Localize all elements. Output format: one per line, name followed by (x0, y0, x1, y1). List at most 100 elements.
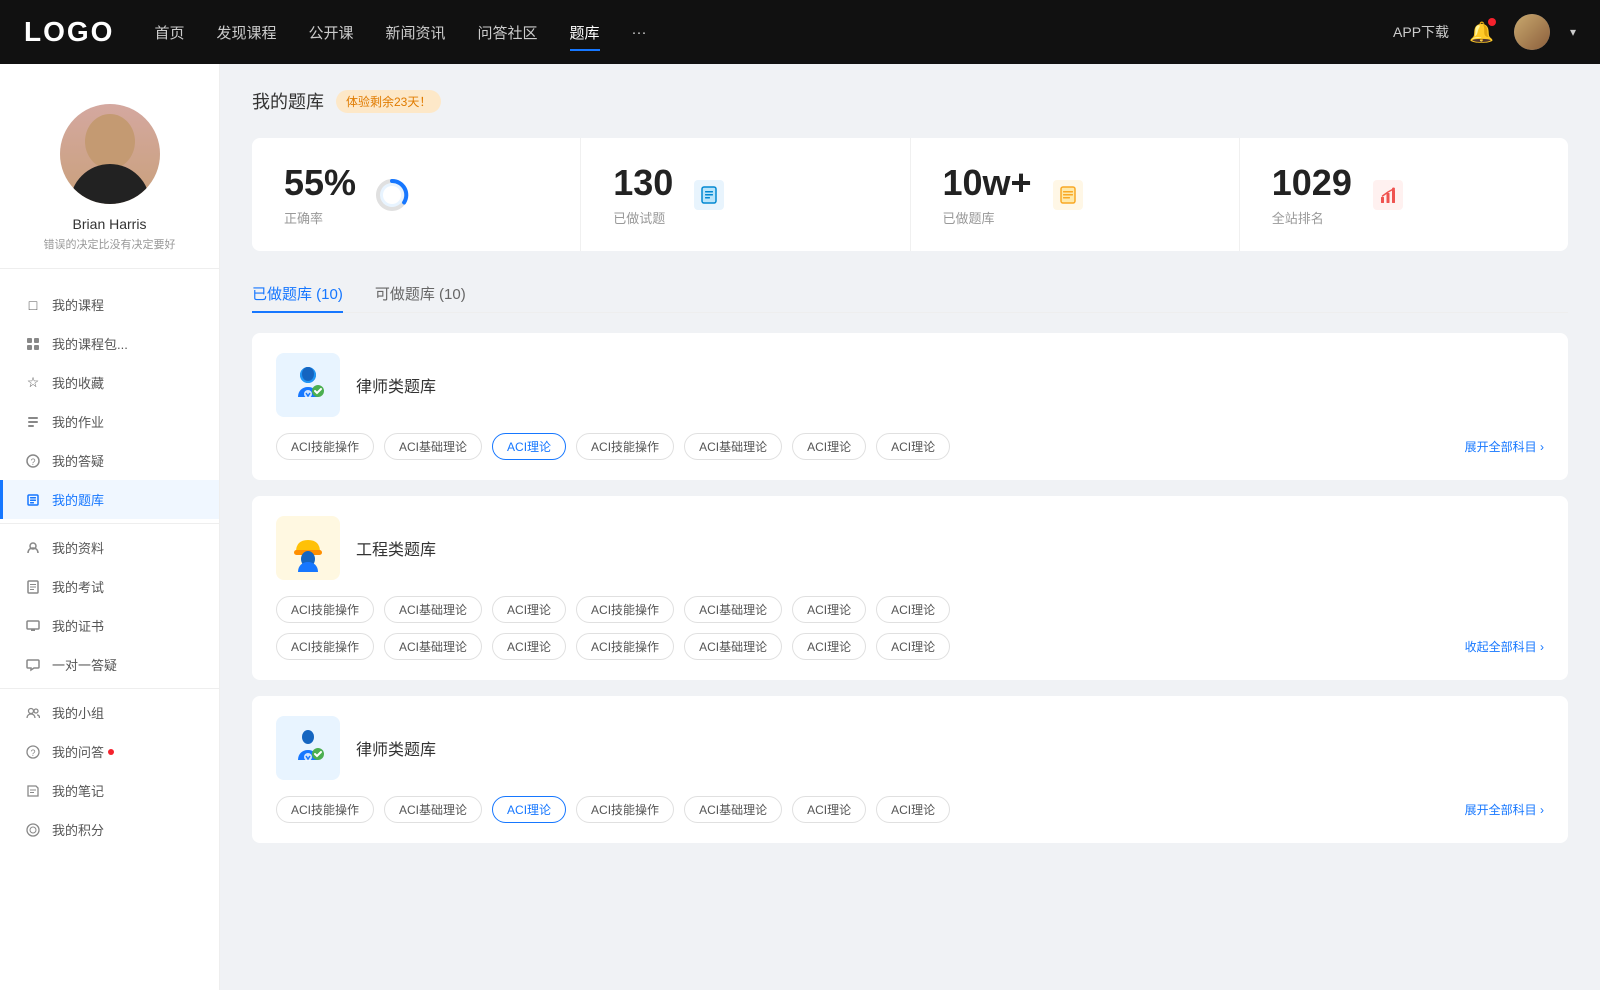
nav-item-more[interactable]: ··· (632, 20, 647, 45)
stat-rank: 1029 全站排名 (1240, 138, 1568, 251)
tab-done-banks[interactable]: 已做题库 (10) (252, 275, 343, 312)
qbank-tags-lawyer-1: ACI技能操作 ACI基础理论 ACI理论 ACI技能操作 ACI基础理论 AC… (276, 433, 950, 460)
sidebar-item-favorites[interactable]: ☆ 我的收藏 (0, 363, 219, 402)
sidebar-item-homework[interactable]: 我的作业 (0, 402, 219, 441)
navbar: LOGO 首页 发现课程 公开课 新闻资讯 问答社区 题库 ··· APP下载 … (0, 0, 1600, 64)
stat-rank-value: 1029 (1272, 162, 1352, 204)
course-package-icon (24, 335, 42, 353)
sidebar-item-certificate[interactable]: 我的证书 (0, 606, 219, 645)
tag-lawyer1-1[interactable]: ACI技能操作 (276, 433, 374, 460)
tag-eng-r2-1[interactable]: ACI技能操作 (276, 633, 374, 660)
svg-text:?: ? (30, 748, 35, 758)
tag-lawyer2-1[interactable]: ACI技能操作 (276, 796, 374, 823)
avatar-image (1514, 14, 1550, 50)
tab-available-banks[interactable]: 可做题库 (10) (375, 275, 466, 312)
page-layout: Brian Harris 错误的决定比没有决定要好 □ 我的课程 我的课程包..… (0, 64, 1600, 990)
tag-eng-r1-1[interactable]: ACI技能操作 (276, 596, 374, 623)
nav-item-qa[interactable]: 问答社区 (478, 18, 538, 47)
qbank-name-lawyer-2: 律师类题库 (356, 736, 436, 760)
qbank-header-lawyer-2: 律师类题库 (276, 716, 1544, 780)
tag-lawyer2-7[interactable]: ACI理论 (876, 796, 950, 823)
expand-lawyer-2[interactable]: 展开全部科目 › (1465, 801, 1544, 818)
tag-eng-r2-6[interactable]: ACI理论 (792, 633, 866, 660)
stat-rank-icon (1368, 175, 1408, 215)
trial-badge: 体验剩余23天！ (336, 90, 441, 113)
collapse-engineer[interactable]: 收起全部科目 › (1465, 638, 1544, 655)
app-download-button[interactable]: APP下载 (1393, 22, 1449, 42)
sidebar-item-group[interactable]: 我的小组 (0, 693, 219, 732)
stat-rank-label: 全站排名 (1272, 208, 1352, 227)
tag-lawyer2-4[interactable]: ACI技能操作 (576, 796, 674, 823)
tag-lawyer2-6[interactable]: ACI理论 (792, 796, 866, 823)
sidebar-item-profile[interactable]: 我的资料 (0, 528, 219, 567)
tag-eng-r2-2[interactable]: ACI基础理论 (384, 633, 482, 660)
sidebar-item-notes[interactable]: 我的笔记 (0, 771, 219, 810)
tag-eng-r1-3[interactable]: ACI理论 (492, 596, 566, 623)
nav-item-discover[interactable]: 发现课程 (216, 18, 276, 47)
sidebar-item-exam[interactable]: 我的考试 (0, 567, 219, 606)
tag-lawyer1-5[interactable]: ACI基础理论 (684, 433, 782, 460)
qbank-tags-engineer-row1: ACI技能操作 ACI基础理论 ACI理论 ACI技能操作 ACI基础理论 AC… (276, 596, 950, 623)
qbank-tags-engineer-row2: ACI技能操作 ACI基础理论 ACI理论 ACI技能操作 ACI基础理论 AC… (276, 633, 950, 660)
tag-lawyer1-7[interactable]: ACI理论 (876, 433, 950, 460)
avatar-dropdown-arrow[interactable]: ▾ (1570, 25, 1576, 39)
favorites-icon: ☆ (24, 374, 42, 392)
sidebar-item-course-package[interactable]: 我的课程包... (0, 324, 219, 363)
tag-eng-r2-4[interactable]: ACI技能操作 (576, 633, 674, 660)
avatar[interactable] (1514, 14, 1550, 50)
tag-eng-r1-4[interactable]: ACI技能操作 (576, 596, 674, 623)
qa-icon: ? (24, 452, 42, 470)
sidebar-menu: □ 我的课程 我的课程包... ☆ 我的收藏 我的作业 (0, 277, 219, 857)
tag-eng-r2-5[interactable]: ACI基础理论 (684, 633, 782, 660)
nav-item-qbank[interactable]: 题库 (570, 18, 600, 47)
tag-eng-r1-5[interactable]: ACI基础理论 (684, 596, 782, 623)
sidebar-item-course[interactable]: □ 我的课程 (0, 285, 219, 324)
sidebar-item-points[interactable]: 我的积分 (0, 810, 219, 849)
nav-item-home[interactable]: 首页 (154, 18, 184, 47)
tag-lawyer1-4[interactable]: ACI技能操作 (576, 433, 674, 460)
tag-lawyer1-3[interactable]: ACI理论 (492, 433, 566, 460)
certificate-icon (24, 617, 42, 635)
notification-bell[interactable]: 🔔 (1469, 20, 1494, 45)
profile-avatar (60, 104, 160, 204)
tag-eng-r2-7[interactable]: ACI理论 (876, 633, 950, 660)
sidebar-item-qa-mine[interactable]: ? 我的答疑 (0, 441, 219, 480)
stat-done-questions-label: 已做试题 (613, 208, 673, 227)
qbank-card-lawyer-2: 律师类题库 ACI技能操作 ACI基础理论 ACI理论 ACI技能操作 ACI基… (252, 696, 1568, 843)
nav-item-news[interactable]: 新闻资讯 (386, 18, 446, 47)
expand-lawyer-1[interactable]: 展开全部科目 › (1465, 438, 1544, 455)
list-icon-stat (1053, 180, 1083, 210)
qbank-lawyer-icon-2 (276, 716, 340, 780)
stat-done-questions-info: 130 已做试题 (613, 162, 673, 227)
tag-lawyer2-3[interactable]: ACI理论 (492, 796, 566, 823)
notes-icon (24, 782, 42, 800)
exam-icon (24, 578, 42, 596)
qbank-header-engineer: 工程类题库 (276, 516, 1544, 580)
stat-done-banks-info: 10w+ 已做题库 (943, 162, 1032, 227)
nav-item-opencourse[interactable]: 公开课 (308, 18, 353, 47)
user-motto: 错误的决定比没有决定要好 (44, 236, 176, 252)
sidebar-item-myqa[interactable]: ? 我的问答 (0, 732, 219, 771)
tag-lawyer2-5[interactable]: ACI基础理论 (684, 796, 782, 823)
tag-eng-r2-3[interactable]: ACI理论 (492, 633, 566, 660)
stat-accuracy-value: 55% (284, 162, 356, 204)
nav-menu: 首页 发现课程 公开课 新闻资讯 问答社区 题库 ··· (154, 18, 1393, 47)
divider-1 (0, 523, 219, 524)
tag-lawyer2-2[interactable]: ACI基础理论 (384, 796, 482, 823)
sidebar-item-1on1[interactable]: 一对一答疑 (0, 645, 219, 684)
tag-lawyer1-6[interactable]: ACI理论 (792, 433, 866, 460)
qbank-icon (24, 491, 42, 509)
tag-eng-r1-7[interactable]: ACI理论 (876, 596, 950, 623)
qbank-name-lawyer-1: 律师类题库 (356, 373, 436, 397)
page-header: 我的题库 体验剩余23天！ (252, 88, 1568, 114)
sidebar-item-qbank[interactable]: 我的题库 (0, 480, 219, 519)
main-content: 我的题库 体验剩余23天！ 55% 正确率 (220, 64, 1600, 990)
notification-dot (1488, 18, 1496, 26)
points-icon (24, 821, 42, 839)
stat-accuracy-icon (372, 175, 412, 215)
divider-2 (0, 688, 219, 689)
tag-eng-r1-6[interactable]: ACI理论 (792, 596, 866, 623)
tag-lawyer1-2[interactable]: ACI基础理论 (384, 433, 482, 460)
tag-eng-r1-2[interactable]: ACI基础理论 (384, 596, 482, 623)
logo: LOGO (24, 16, 114, 48)
